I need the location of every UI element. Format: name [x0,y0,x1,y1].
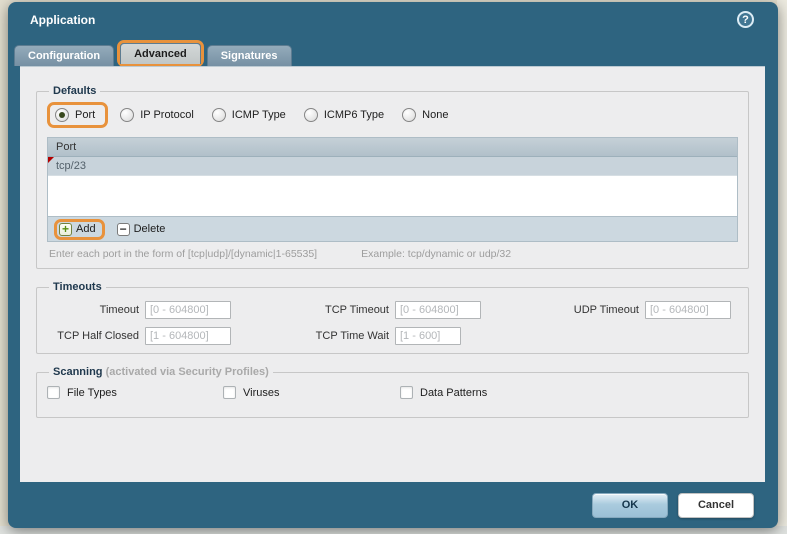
hint-example-text: Example: tcp/dynamic or udp/32 [361,248,512,260]
tcp-time-wait-field: TCP Time Wait [297,327,547,345]
tcp-timeout-field: TCP Timeout [297,301,547,319]
plus-icon: + [59,222,72,236]
checkbox-icon[interactable] [223,386,236,399]
tab-signatures[interactable]: Signatures [206,45,292,66]
defaults-section: Defaults Port IP Protocol ICMP Type ICMP… [36,85,749,269]
tcp-timeout-input[interactable] [395,301,481,319]
timeouts-section: Timeouts Timeout TCP Timeout UDP Timeout… [36,281,749,354]
tab-advanced[interactable]: Advanced [120,43,201,64]
cancel-button[interactable]: Cancel [678,492,754,518]
field-label: TCP Timeout [325,304,389,316]
delete-button-label: Delete [133,223,166,235]
radio-label: None [422,109,449,121]
annotation-highlight-advanced-tab: Advanced [117,40,204,67]
scanning-legend-note: (activated via Security Profiles) [105,366,269,378]
radio-icmp6-type[interactable]: ICMP6 Type [303,108,385,122]
timeouts-legend: Timeouts [53,281,102,293]
scanning-checkbox-group: File Types Viruses Data Patterns [47,386,738,399]
timeouts-grid: Timeout TCP Timeout UDP Timeout TCP Half… [47,301,738,345]
tcp-half-closed-field: TCP Half Closed [47,327,297,345]
timeout-field: Timeout [47,301,297,319]
field-label: TCP Time Wait [315,330,389,342]
delete-button[interactable]: − Delete [116,222,166,236]
checkbox-icon[interactable] [47,386,60,399]
field-label: Timeout [99,304,139,316]
radio-button-icon[interactable] [211,108,226,122]
checkbox-label: File Types [67,386,117,399]
defaults-radio-group: Port IP Protocol ICMP Type ICMP6 Type No… [47,102,738,128]
radio-none[interactable]: None [402,108,448,122]
annotation-highlight-port-radio: Port [47,102,109,128]
background-page-sliver [777,0,787,534]
radio-port[interactable]: Port [55,108,95,122]
radio-label: ICMP Type [231,109,286,121]
tcp-time-wait-input[interactable] [395,327,461,345]
scanning-section: Scanning (activated via Security Profile… [36,366,749,418]
radio-button-icon[interactable] [402,108,417,122]
minus-icon: − [116,222,130,236]
scanning-legend-title: Scanning [53,366,103,378]
radio-button-icon[interactable] [120,108,135,122]
radio-label: ICMP6 Type [323,109,385,121]
help-icon[interactable]: ? [737,11,754,28]
add-button[interactable]: + Add [59,222,96,236]
udp-timeout-input[interactable] [645,301,731,319]
add-button-label: Add [76,223,96,235]
radio-button-icon[interactable] [55,108,69,122]
ok-button[interactable]: OK [592,492,668,518]
port-format-hint: Enter each port in the form of [tcp|udp]… [47,248,738,260]
tab-strip: Configuration Advanced Signatures [8,40,778,67]
checkbox-data-patterns[interactable]: Data Patterns [400,386,487,399]
checkbox-label: Data Patterns [420,386,488,399]
tcp-half-closed-input[interactable] [145,327,231,345]
field-label: UDP Timeout [573,304,639,316]
dialog-footer: OK Cancel [8,482,778,528]
checkbox-viruses[interactable]: Viruses [223,386,400,399]
radio-ip-protocol[interactable]: IP Protocol [120,108,194,122]
radio-label: Port [75,109,96,121]
defaults-legend: Defaults [53,85,97,97]
port-table-empty-area [48,176,737,216]
timeout-input[interactable] [145,301,231,319]
checkbox-icon[interactable] [400,386,413,399]
dialog-titlebar: Application ? [8,2,778,40]
port-table-footer: + Add − Delete [48,216,737,241]
dialog-title: Application [30,13,96,27]
application-dialog: Application ? Configuration Advanced Sig… [8,2,778,528]
radio-label: IP Protocol [140,109,194,121]
udp-timeout-field: UDP Timeout [547,301,738,319]
radio-icmp-type[interactable]: ICMP Type [211,108,286,122]
port-table-column-header: Port [48,138,737,157]
hint-text: Enter each port in the form of [tcp|udp]… [49,248,318,260]
table-row-tcp-23[interactable]: tcp/23 [48,157,737,176]
tab-content-advanced: Defaults Port IP Protocol ICMP Type ICMP… [20,66,765,482]
port-table: Port tcp/23 + Add − Delete [47,137,738,242]
field-label: TCP Half Closed [57,330,139,342]
checkbox-file-types[interactable]: File Types [47,386,223,399]
scanning-legend: Scanning (activated via Security Profile… [49,366,273,378]
checkbox-label: Viruses [243,386,280,399]
tab-configuration[interactable]: Configuration [14,45,115,66]
annotation-highlight-add-button: + Add [54,218,105,240]
radio-button-icon[interactable] [303,108,318,122]
